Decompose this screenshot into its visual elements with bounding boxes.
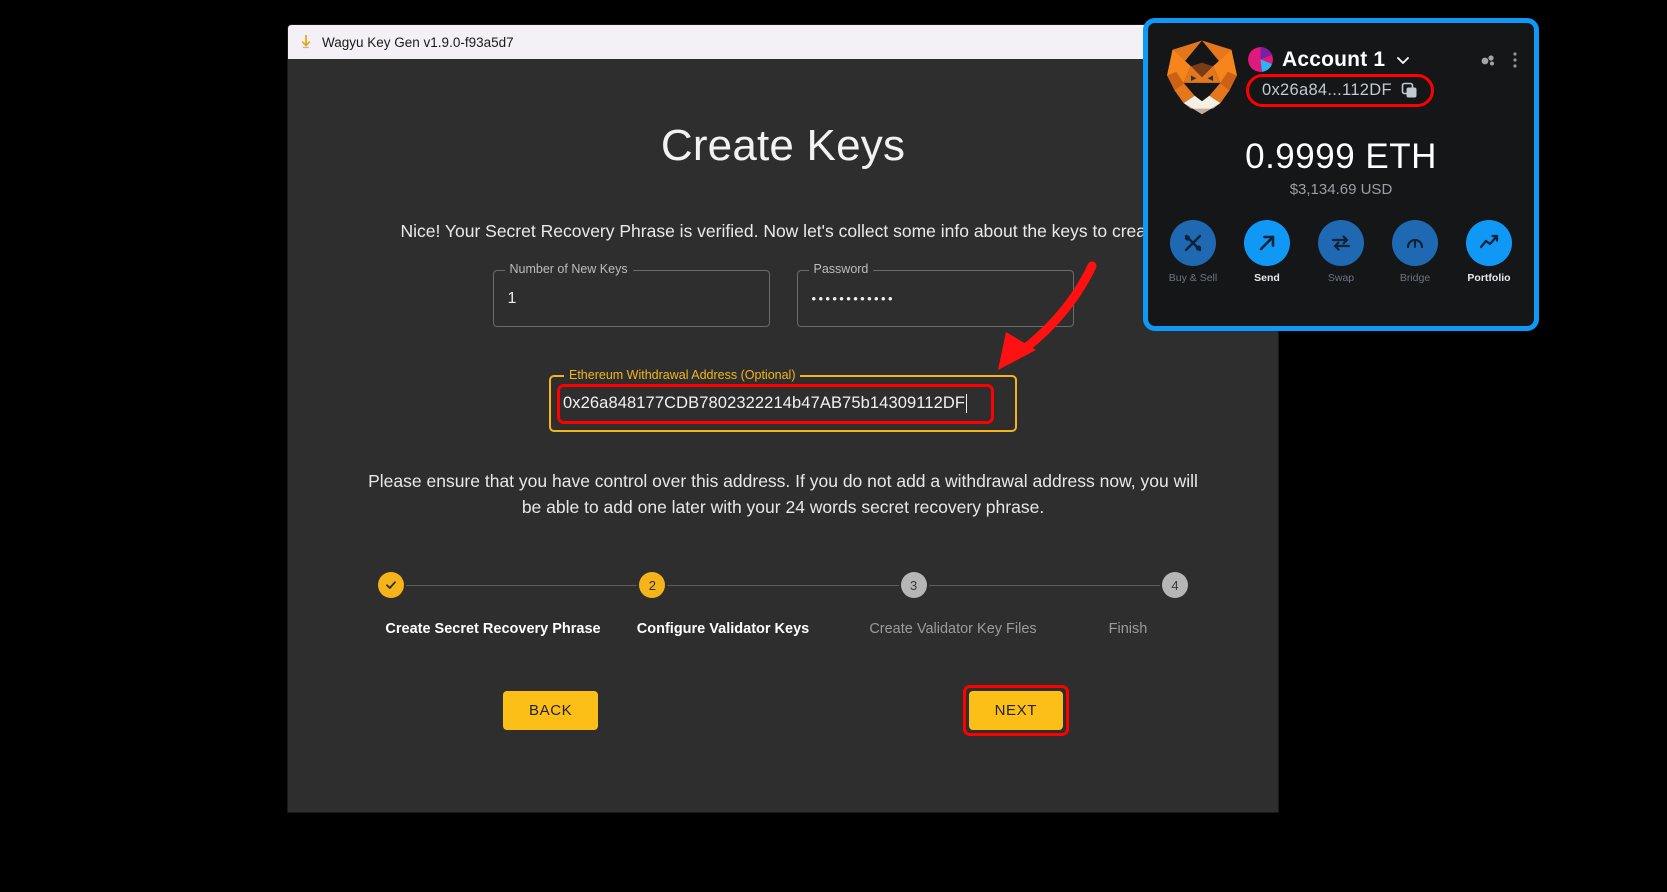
account-name: Account 1 — [1282, 47, 1386, 71]
page-title: Create Keys — [660, 121, 906, 170]
action-label-portfolio: Portfolio — [1467, 272, 1511, 284]
action-label-buy-sell: Buy & Sell — [1168, 272, 1218, 284]
password-label: Password — [808, 262, 874, 276]
next-button[interactable]: NEXT — [968, 691, 1063, 730]
action-label-bridge: Bridge — [1399, 272, 1431, 284]
wagyu-app-window: Wagyu Key Gen v1.9.0-f93a5d7 Create Keys… — [288, 25, 1278, 812]
screen: Wagyu Key Gen v1.9.0-f93a5d7 Create Keys… — [0, 0, 1667, 892]
action-portfolio[interactable]: Portfolio — [1463, 220, 1515, 284]
metamask-address-chip[interactable]: 0x26a84...112DF — [1246, 74, 1434, 107]
withdrawal-address-field[interactable]: Ethereum Withdrawal Address (Optional) 0… — [549, 368, 1017, 432]
metamask-header: Account 1 0x26a84...112DF — [1148, 23, 1534, 127]
step-node-2[interactable]: 2 — [639, 572, 666, 598]
metamask-action-buttons: Buy & Sell Send Swap Bridge Portfolio — [1148, 220, 1534, 284]
step-label-3: Create Validator Key Files — [869, 621, 1037, 637]
step-node-1[interactable] — [378, 572, 404, 598]
form-fields-row: Number of New Keys 1 Password ••••••••••… — [288, 262, 1278, 327]
password-value: •••••••••••• — [811, 291, 895, 306]
step-label-4: Finish — [1108, 621, 1148, 637]
withdrawal-notice-line1: Please ensure that you have control over… — [368, 471, 1198, 491]
num-keys-value: 1 — [507, 289, 517, 307]
metamask-account-row[interactable]: Account 1 — [1248, 47, 1522, 72]
action-label-send: Send — [1254, 272, 1280, 284]
kebab-menu-icon[interactable] — [1508, 49, 1522, 71]
action-buy-sell[interactable]: Buy & Sell — [1167, 220, 1219, 284]
wagyu-icon — [298, 34, 314, 50]
metamask-popup-panel: Account 1 0x26a84...112DF 0.9999 ETH $3,… — [1143, 18, 1539, 331]
action-send[interactable]: Send — [1241, 220, 1293, 284]
buy-sell-icon — [1170, 220, 1216, 266]
password-field[interactable]: Password •••••••••••• — [796, 262, 1074, 327]
bridge-icon — [1392, 220, 1438, 266]
copy-icon[interactable] — [1401, 82, 1418, 99]
action-bridge[interactable]: Bridge — [1389, 220, 1441, 284]
back-button[interactable]: BACK — [503, 691, 599, 730]
step-node-4[interactable]: 4 — [1161, 572, 1188, 598]
action-swap[interactable]: Swap — [1315, 220, 1367, 284]
stepper-labels: Create Secret Recovery Phrase Configure … — [378, 621, 1188, 637]
window-title: Wagyu Key Gen v1.9.0-f93a5d7 — [322, 34, 514, 50]
wizard-stepper: 2 3 4 Create Secret Recovery Phrase Conf… — [378, 572, 1188, 637]
withdrawal-address-group: Ethereum Withdrawal Address (Optional) 0… — [549, 368, 1017, 432]
metamask-fox-logo — [1167, 40, 1237, 115]
num-keys-field[interactable]: Number of New Keys 1 — [492, 262, 770, 327]
portfolio-icon — [1466, 220, 1512, 266]
swap-icon — [1318, 220, 1364, 266]
app-content: Create Keys Nice! Your Secret Recovery P… — [288, 121, 1278, 812]
metamask-balance: 0.9999 ETH $3,134.69 USD — [1148, 137, 1534, 198]
num-keys-label: Number of New Keys — [504, 262, 633, 276]
connection-status-icon[interactable] — [1477, 49, 1499, 71]
action-label-swap: Swap — [1327, 272, 1355, 284]
text-caret — [966, 394, 968, 413]
wizard-button-row: BACK NEXT — [503, 685, 1069, 736]
chevron-down-icon[interactable] — [1394, 51, 1412, 69]
step-label-2: Configure Validator Keys — [636, 621, 810, 637]
page-subtitle: Nice! Your Secret Recovery Phrase is ver… — [400, 221, 1166, 241]
step-node-3[interactable]: 3 — [900, 572, 927, 598]
withdrawal-address-value: 0x26a848177CDB7802322214b47AB75b14309112… — [563, 394, 966, 412]
withdrawal-notice-line2: be able to add one later with your 24 wo… — [521, 497, 1045, 517]
stepper-nodes: 2 3 4 — [378, 572, 1188, 598]
window-titlebar: Wagyu Key Gen v1.9.0-f93a5d7 — [288, 25, 1278, 59]
account-avatar — [1248, 47, 1273, 72]
stepper-connector-1 — [406, 584, 638, 586]
step-label-1: Create Secret Recovery Phrase — [385, 621, 601, 637]
send-arrow-icon — [1244, 220, 1290, 266]
balance-eth: 0.9999 ETH — [1245, 137, 1437, 176]
withdrawal-notice: Please ensure that you have control over… — [368, 468, 1198, 520]
next-button-wrap: NEXT — [962, 685, 1069, 736]
check-icon — [386, 581, 396, 589]
stepper-connector-3 — [928, 584, 1160, 586]
stepper-connector-2 — [667, 584, 899, 586]
account-address-short: 0x26a84...112DF — [1262, 81, 1392, 99]
withdrawal-address-label: Ethereum Withdrawal Address (Optional) — [564, 368, 801, 382]
balance-usd: $3,134.69 USD — [1289, 181, 1393, 198]
